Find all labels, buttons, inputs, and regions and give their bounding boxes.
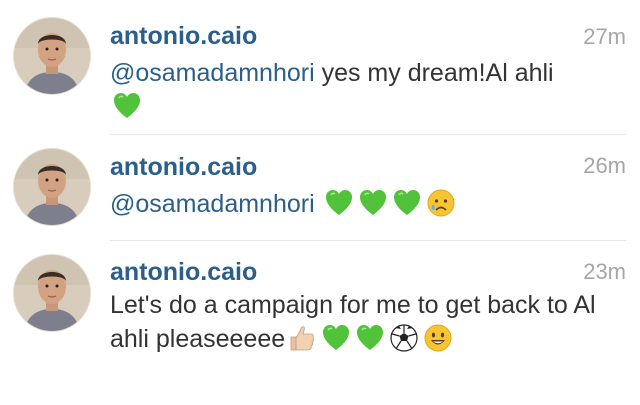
green-heart-icon	[321, 323, 351, 353]
comment-body: Let's do a campaign for me to get back t…	[110, 291, 596, 353]
smiley-icon	[423, 323, 453, 353]
comment-text: Let's do a campaign for me to get back t…	[110, 288, 626, 356]
soccer-ball-icon	[389, 323, 419, 353]
avatar[interactable]	[14, 18, 90, 94]
green-heart-icon	[112, 91, 142, 121]
comment-body: yes my dream!Al ahli	[314, 59, 554, 87]
username[interactable]: antonio.caio	[110, 258, 257, 287]
comment-item: antonio.caio 27m @osamadamnhori yes my d…	[0, 0, 640, 135]
comment-feed: antonio.caio 27m @osamadamnhori yes my d…	[0, 0, 640, 405]
avatar-photo	[14, 18, 90, 94]
mention-link[interactable]: @osamadamnhori	[110, 59, 315, 87]
comment-item: antonio.caio 23m Let's do a campaign for…	[0, 241, 640, 401]
timestamp: 23m	[583, 259, 626, 284]
avatar[interactable]	[14, 255, 90, 331]
avatar-photo	[14, 149, 90, 225]
green-heart-icon	[355, 323, 385, 353]
username[interactable]: antonio.caio	[110, 22, 257, 51]
username[interactable]: antonio.caio	[110, 153, 257, 182]
comment-item: antonio.caio 26m @osamadamnhori	[0, 135, 640, 240]
thumbs-up-icon	[287, 323, 317, 353]
green-heart-icon	[358, 188, 388, 218]
sad-face-icon	[426, 188, 456, 218]
mention-link[interactable]: @osamadamnhori	[110, 190, 315, 218]
avatar[interactable]	[14, 149, 90, 225]
avatar-photo	[14, 255, 90, 331]
timestamp: 27m	[583, 24, 626, 49]
green-heart-icon	[324, 188, 354, 218]
comment-text: @osamadamnhori	[110, 187, 626, 221]
timestamp: 26m	[583, 153, 626, 178]
comment-text: @osamadamnhori yes my dream!Al ahli	[110, 56, 626, 124]
green-heart-icon	[392, 188, 422, 218]
